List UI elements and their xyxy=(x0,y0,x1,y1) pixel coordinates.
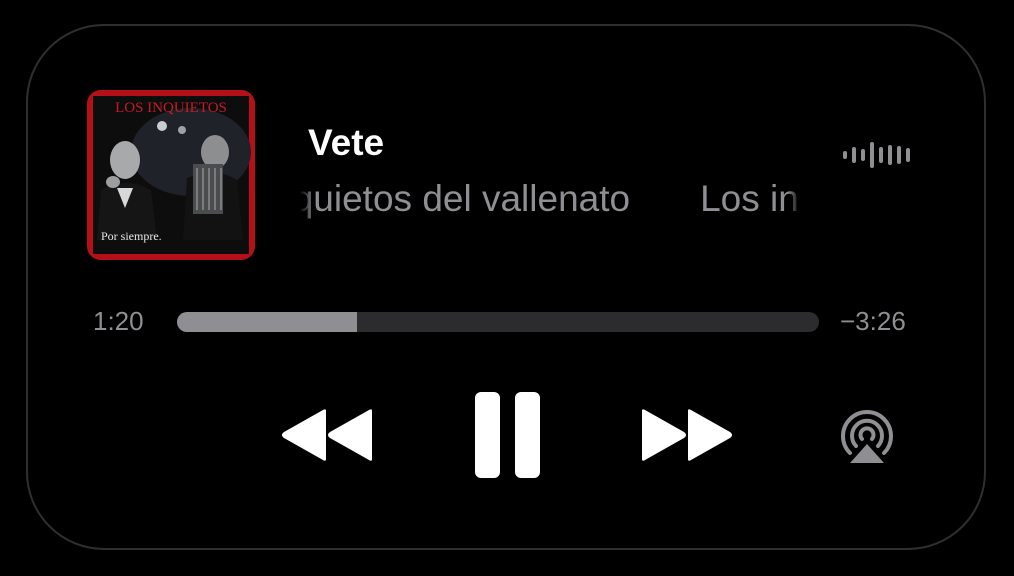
track-title: Vete xyxy=(308,122,385,163)
elapsed-time: 1:20 xyxy=(93,306,144,336)
airplay-audio-icon xyxy=(841,410,893,463)
remaining-time: −3:26 xyxy=(840,306,906,336)
pause-icon xyxy=(475,392,540,478)
audio-level-icon xyxy=(843,140,913,170)
airplay-button[interactable] xyxy=(836,408,898,466)
pause-button[interactable] xyxy=(474,391,542,479)
album-artwork[interactable]: LOS INQUIETOS Por siempre. xyxy=(87,90,255,260)
artist-name-repeat: Los inquietos del vallenato xyxy=(700,178,800,219)
album-title-text: Por siempre. xyxy=(101,229,162,243)
progress-scrubber[interactable] xyxy=(177,312,819,332)
progress-fill xyxy=(177,312,357,332)
album-cover-image: LOS INQUIETOS Por siempre. xyxy=(87,90,255,260)
album-band-text: LOS INQUIETOS xyxy=(115,100,227,116)
artist-marquee: Los inquietos del vallenato Los inquietos… xyxy=(300,176,800,222)
fast-forward-icon xyxy=(642,409,732,461)
rewind-button[interactable] xyxy=(280,407,372,463)
artist-name: Los inquietos del vallenato xyxy=(300,178,631,219)
fast-forward-button[interactable] xyxy=(642,407,734,463)
rewind-icon xyxy=(282,409,372,461)
